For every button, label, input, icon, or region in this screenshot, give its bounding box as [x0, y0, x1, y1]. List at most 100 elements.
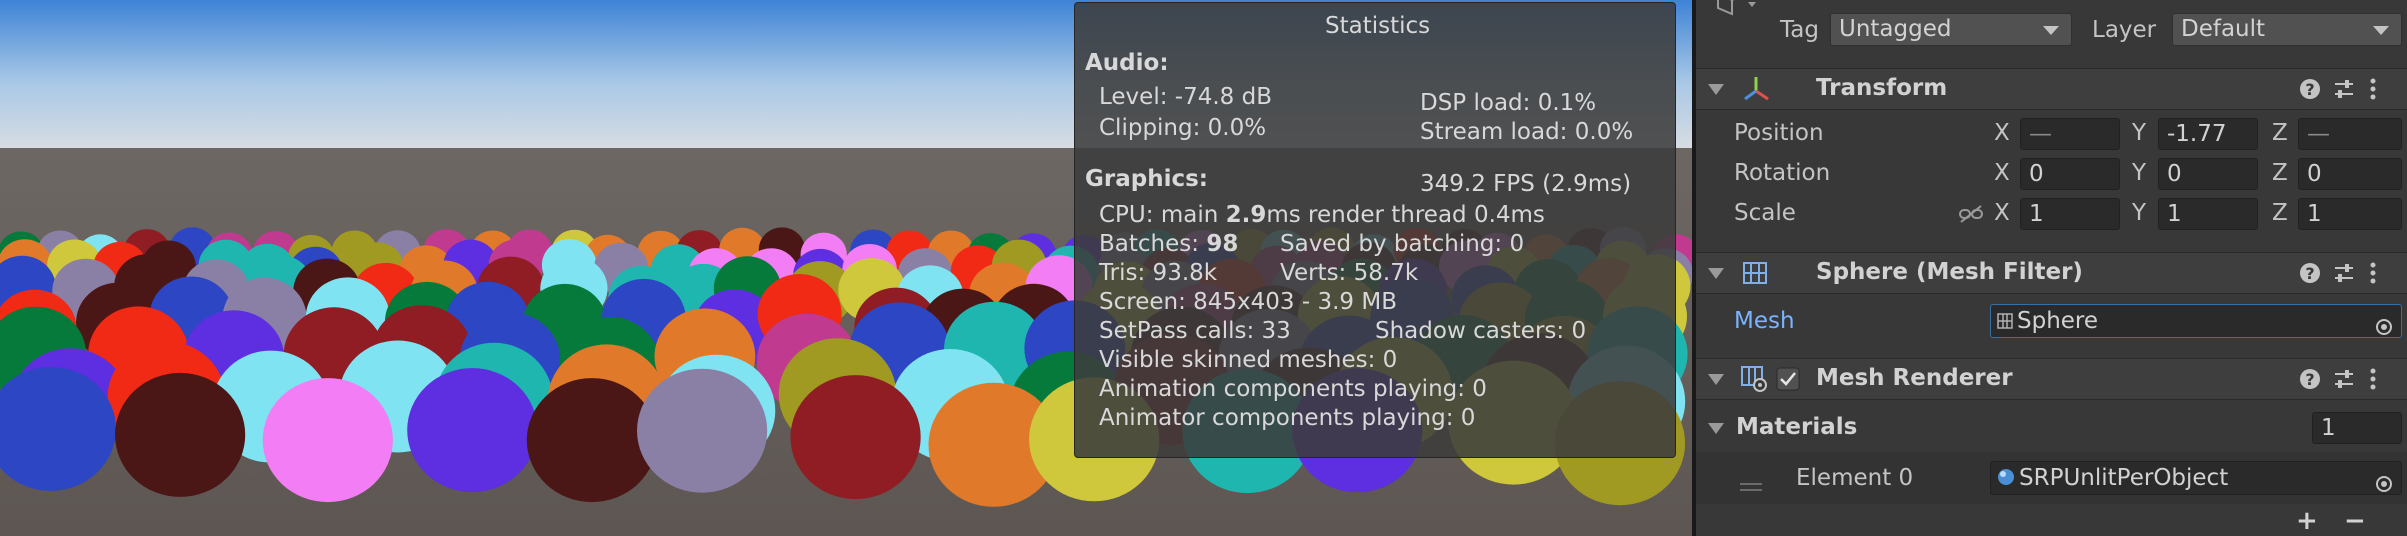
tag-dropdown[interactable]: Untagged: [1830, 13, 2072, 46]
position-z-field[interactable]: —: [2298, 118, 2402, 150]
help-icon[interactable]: ?: [2298, 367, 2322, 397]
foldout-arrow-icon[interactable]: [1708, 268, 1724, 279]
axis-y-label[interactable]: Y: [2132, 120, 2146, 146]
remove-element-button[interactable]: −: [2344, 506, 2366, 536]
material-value: SRPUnlitPerObject: [2019, 465, 2229, 491]
axis-x-label[interactable]: X: [1994, 160, 2010, 186]
mesh-asset-icon: [1997, 306, 2013, 338]
scale-row: Scale X 1 Y 1 Z 1: [1696, 196, 2407, 232]
scale-y-field[interactable]: 1: [2158, 198, 2258, 230]
materials-row[interactable]: Materials 1: [1696, 408, 2407, 448]
help-icon[interactable]: ?: [2298, 261, 2322, 291]
dsp-load: DSP load: 0.1%: [1420, 90, 1597, 116]
foldout-arrow-icon[interactable]: [1708, 374, 1724, 385]
fps-readout: 349.2 FPS (2.9ms): [1420, 171, 1632, 197]
saved-by-batching: Saved by batching: 0: [1280, 231, 1525, 257]
tris: Tris: 93.8k: [1099, 260, 1218, 286]
audio-clipping: Clipping: 0.0%: [1099, 115, 1267, 141]
axis-x-label[interactable]: X: [1994, 200, 2010, 226]
rotation-y-field[interactable]: 0: [2158, 158, 2258, 190]
transform-icon: [1742, 75, 1772, 109]
cpu-suffix: ms render thread 0.4ms: [1266, 202, 1545, 228]
batches: Batches: 98: [1099, 231, 1238, 257]
position-row: Position X — Y -1.77 Z —: [1696, 116, 2407, 152]
drag-handle-icon[interactable]: [1740, 472, 1762, 498]
transform-title: Transform: [1816, 75, 1948, 101]
axis-y-label[interactable]: Y: [2132, 200, 2146, 226]
more-options-icon[interactable]: [2368, 367, 2378, 397]
graphics-header: Graphics:: [1085, 166, 1208, 192]
mesh-object-field[interactable]: Sphere: [1990, 304, 2402, 338]
screen-info: Screen: 845x403 - 3.9 MB: [1099, 289, 1397, 315]
object-picker-icon[interactable]: [2375, 470, 2393, 494]
sphere: [262, 378, 393, 503]
rotation-row: Rotation X 0 Y 0 Z 0: [1696, 156, 2407, 192]
inspector-panel: Tag Untagged Layer Default Transform ? P…: [1692, 0, 2407, 536]
more-options-icon[interactable]: [2368, 261, 2378, 291]
sphere: [115, 372, 246, 497]
foldout-arrow-icon[interactable]: [1708, 423, 1724, 434]
svg-text:?: ?: [2305, 370, 2314, 389]
material-object-field[interactable]: SRPUnlitPerObject: [1990, 461, 2402, 495]
layer-dropdown[interactable]: Default: [2172, 13, 2402, 46]
mesh-renderer-header[interactable]: Mesh Renderer ?: [1696, 358, 2407, 400]
shadow-casters: Shadow casters: 0: [1375, 318, 1587, 344]
element0-row: Element 0 SRPUnlitPerObject: [1696, 452, 2407, 504]
mesh-filter-header[interactable]: Sphere (Mesh Filter) ?: [1696, 252, 2407, 294]
help-icon[interactable]: ?: [2298, 77, 2322, 107]
tag-value: Untagged: [1839, 16, 1952, 42]
stream-load: Stream load: 0.0%: [1420, 119, 1634, 145]
sphere: [637, 368, 768, 493]
foldout-arrow-icon[interactable]: [1708, 84, 1724, 95]
audio-level: Level: -74.8 dB: [1099, 84, 1272, 110]
rotation-x-field[interactable]: 0: [2020, 158, 2120, 190]
cpu-main-value: 2.9: [1225, 202, 1267, 228]
materials-label: Materials: [1736, 414, 1858, 440]
axis-z-label[interactable]: Z: [2272, 160, 2288, 186]
statistics-panel: Statistics Audio: Level: -74.8 dB DSP lo…: [1074, 2, 1676, 458]
more-options-icon[interactable]: [2368, 77, 2378, 107]
position-y-field[interactable]: -1.77: [2158, 118, 2258, 150]
scale-x-field[interactable]: 1: [2020, 198, 2120, 230]
object-picker-icon[interactable]: [2375, 313, 2393, 337]
rotation-z-field[interactable]: 0: [2298, 158, 2402, 190]
animation-components: Animation components playing: 0: [1099, 376, 1487, 402]
chevron-down-icon: [2043, 26, 2059, 35]
presets-icon[interactable]: [2332, 77, 2356, 107]
batches-prefix: Batches:: [1099, 231, 1207, 257]
tag-layer-row: Tag Untagged Layer Default: [1696, 0, 2407, 60]
chevron-down-icon: [2373, 26, 2389, 35]
cpu-stats: CPU: main 2.9ms render thread 0.4ms: [1099, 202, 1545, 228]
axis-z-label[interactable]: Z: [2272, 120, 2288, 146]
tag-label: Tag: [1780, 17, 1819, 43]
mesh-row: Mesh Sphere: [1696, 302, 2407, 342]
constrain-proportions-icon[interactable]: [1958, 204, 1984, 230]
setpass-calls: SetPass calls: 33: [1099, 318, 1291, 344]
enabled-checkbox[interactable]: [1776, 367, 1800, 397]
layer-value: Default: [2181, 16, 2266, 42]
axis-x-label[interactable]: X: [1994, 120, 2010, 146]
axis-z-label[interactable]: Z: [2272, 200, 2288, 226]
materials-count-field[interactable]: 1: [2312, 412, 2402, 444]
gameobject-icon: [1710, 0, 1760, 28]
statistics-title: Statistics: [1325, 13, 1431, 39]
layer-label: Layer: [2092, 17, 2157, 43]
axis-y-label[interactable]: Y: [2132, 160, 2146, 186]
visible-skinned-meshes: Visible skinned meshes: 0: [1099, 347, 1398, 373]
presets-icon[interactable]: [2332, 261, 2356, 291]
position-x-field[interactable]: —: [2020, 118, 2120, 150]
add-element-button[interactable]: +: [2296, 506, 2318, 536]
audio-header: Audio:: [1085, 50, 1169, 76]
svg-text:?: ?: [2305, 264, 2314, 283]
presets-icon[interactable]: [2332, 367, 2356, 397]
batches-value: 98: [1206, 231, 1239, 257]
scale-z-field[interactable]: 1: [2298, 198, 2402, 230]
mesh-renderer-title: Mesh Renderer: [1816, 365, 2013, 391]
position-label[interactable]: Position: [1734, 120, 1824, 146]
sphere: [526, 378, 658, 503]
material-asset-icon: [1997, 463, 2015, 495]
list-footer: + −: [1696, 504, 2407, 536]
scale-label[interactable]: Scale: [1734, 200, 1796, 226]
rotation-label[interactable]: Rotation: [1734, 160, 1830, 186]
transform-header[interactable]: Transform ?: [1696, 68, 2407, 110]
